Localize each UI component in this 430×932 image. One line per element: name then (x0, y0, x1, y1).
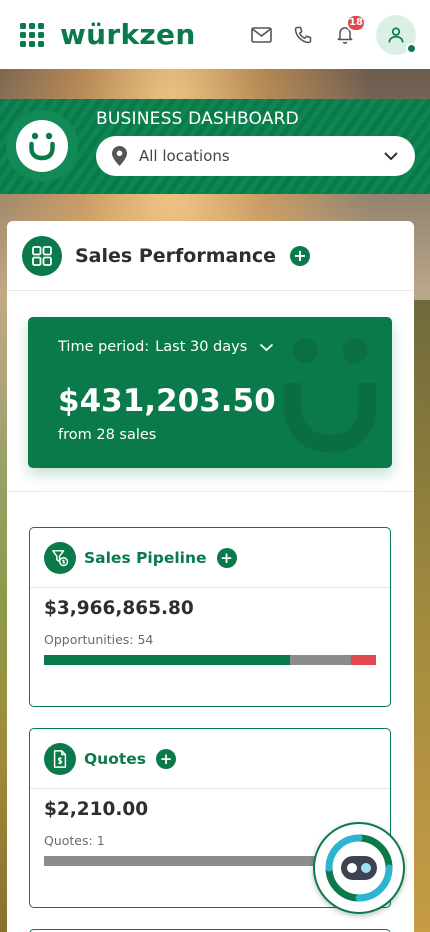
dashboard-title: BUSINESS DASHBOARD (96, 109, 299, 129)
funnel-dollar-icon (44, 541, 76, 574)
chatbot-icon (325, 834, 393, 902)
online-status-dot (406, 42, 417, 54)
time-period-label: Time period: (58, 339, 150, 355)
sales-pipeline-widget[interactable]: Sales Pipeline + $3,966,865.80 Opportuni… (29, 527, 391, 707)
dashboard-grid-icon (22, 235, 62, 276)
add-pipeline-button[interactable]: + (216, 547, 237, 568)
bar-segment-green (44, 655, 290, 665)
location-select-value: All locations (139, 147, 230, 165)
user-avatar[interactable] (376, 14, 417, 55)
total-sales-count: from 28 sales (58, 427, 157, 443)
location-pin-icon (112, 146, 127, 166)
pipeline-amount: $3,966,865.80 (44, 598, 194, 619)
sales-performance-header: Sales Performance + (7, 221, 414, 291)
section-divider (7, 491, 414, 492)
brand-watermark-icon (283, 338, 377, 453)
quotes-header: Quotes + (30, 729, 390, 789)
time-period-select[interactable]: Time period: Last 30 days (58, 339, 274, 355)
notification-badge: 18 (346, 13, 366, 32)
top-navigation-bar: würkzen 18 (0, 0, 430, 69)
chevron-down-icon (260, 343, 274, 351)
quotes-amount: $2,210.00 (44, 799, 149, 820)
brand-smile-icon (16, 120, 68, 172)
chevron-down-icon (384, 152, 398, 161)
top-actions: 18 (250, 13, 417, 55)
brand-mark (6, 110, 78, 182)
quotes-count: Quotes: 1 (44, 833, 105, 848)
time-period-value: Last 30 days (155, 339, 248, 355)
quotes-title: Quotes (84, 749, 147, 768)
add-quote-button[interactable]: + (156, 748, 177, 769)
opportunities-count: Opportunities: 54 (44, 632, 154, 647)
app-logo[interactable]: würkzen (60, 18, 196, 51)
sales-pipeline-header: Sales Pipeline + (30, 528, 390, 588)
apps-grid-icon[interactable] (20, 22, 46, 48)
bell-icon[interactable]: 18 (334, 13, 366, 46)
total-sales-amount: $431,203.50 (58, 383, 276, 419)
sales-summary-panel: Time period: Last 30 days $431,203.50 fr… (28, 317, 392, 468)
bar-segment-red (351, 655, 376, 665)
sales-performance-title: Sales Performance (75, 244, 276, 267)
sales-pipeline-title: Sales Pipeline (84, 548, 207, 567)
mail-icon[interactable] (250, 24, 272, 46)
add-sales-performance-button[interactable]: + (290, 245, 310, 266)
quote-document-icon (44, 742, 76, 775)
phone-icon[interactable] (292, 24, 314, 46)
bar-segment-gray (289, 655, 352, 665)
location-select[interactable]: All locations (96, 136, 415, 176)
chatbot-launcher-button[interactable] (313, 822, 405, 914)
pipeline-progress-bar (44, 655, 376, 665)
